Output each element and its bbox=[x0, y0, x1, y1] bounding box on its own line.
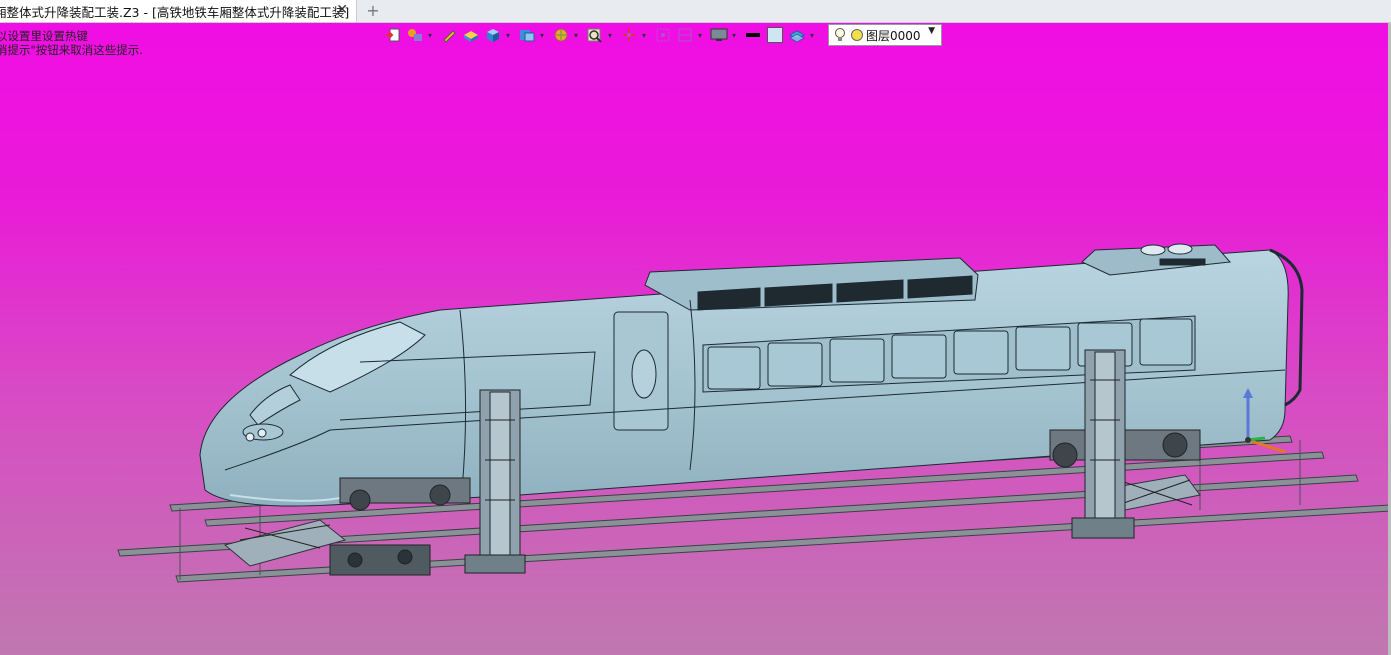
solid-box-icon[interactable] bbox=[460, 25, 482, 45]
pencil-icon[interactable] bbox=[438, 25, 460, 45]
scissor-jack-left bbox=[223, 519, 347, 567]
close-icon[interactable]: ✕ bbox=[336, 2, 348, 18]
cube-icon[interactable] bbox=[482, 25, 504, 45]
cad-viewport[interactable] bbox=[0, 0, 1391, 655]
layer-name: 图层0000 bbox=[866, 28, 921, 43]
layer-select[interactable]: 图层0000 ▼ bbox=[828, 24, 942, 46]
document-tab-title: 厢整体式升降装配工装.Z3 - [高铁地铁车厢整体式升降装配工装] bbox=[0, 4, 350, 20]
chevron-down-icon[interactable]: ▾ bbox=[696, 31, 704, 40]
select-box-icon[interactable] bbox=[652, 25, 674, 45]
hint-line-2: 消提示"按钮来取消这些提示. bbox=[0, 43, 143, 57]
layer-color-icon bbox=[851, 29, 863, 41]
chevron-down-icon[interactable]: ▾ bbox=[640, 31, 648, 40]
exit-sketch-icon[interactable] bbox=[382, 25, 404, 45]
tab-bar: 厢整体式升降装配工装.Z3 - [高铁地铁车厢整体式升降装配工装] ✕ + bbox=[0, 0, 1391, 23]
document-tab[interactable]: 厢整体式升降装配工装.Z3 - [高铁地铁车厢整体式升降装配工装] ✕ bbox=[0, 0, 357, 22]
add-tab-button[interactable]: + bbox=[364, 1, 382, 20]
chevron-down-icon[interactable]: ▾ bbox=[572, 31, 580, 40]
axis-icon[interactable] bbox=[618, 25, 640, 45]
chevron-down-icon[interactable]: ▾ bbox=[538, 31, 546, 40]
face-color-swatch[interactable] bbox=[764, 25, 786, 45]
line-color-swatch[interactable] bbox=[742, 25, 764, 45]
shading-icon[interactable] bbox=[550, 25, 572, 45]
chevron-down-icon[interactable]: ▾ bbox=[606, 31, 614, 40]
chevron-down-icon[interactable]: ▾ bbox=[730, 31, 738, 40]
monitor-icon[interactable] bbox=[708, 25, 730, 45]
zoom-icon[interactable] bbox=[584, 25, 606, 45]
smart-pick-icon[interactable] bbox=[404, 25, 426, 45]
lightbulb-icon bbox=[835, 28, 845, 41]
view-cube-icon[interactable] bbox=[516, 25, 538, 45]
chevron-down-icon[interactable]: ▾ bbox=[808, 31, 816, 40]
view-toolbar: ▾ ▾ ▾ ▾ ▾ ▾ ▾ ▾ ▾ 图层0000 ▼ bbox=[382, 24, 942, 46]
chevron-down-icon[interactable]: ▾ bbox=[504, 31, 512, 40]
chevron-down-icon: ▼ bbox=[928, 26, 935, 36]
layer-stack-icon[interactable] bbox=[786, 25, 808, 45]
section-view-icon[interactable] bbox=[674, 25, 696, 45]
chevron-down-icon[interactable]: ▾ bbox=[426, 31, 434, 40]
